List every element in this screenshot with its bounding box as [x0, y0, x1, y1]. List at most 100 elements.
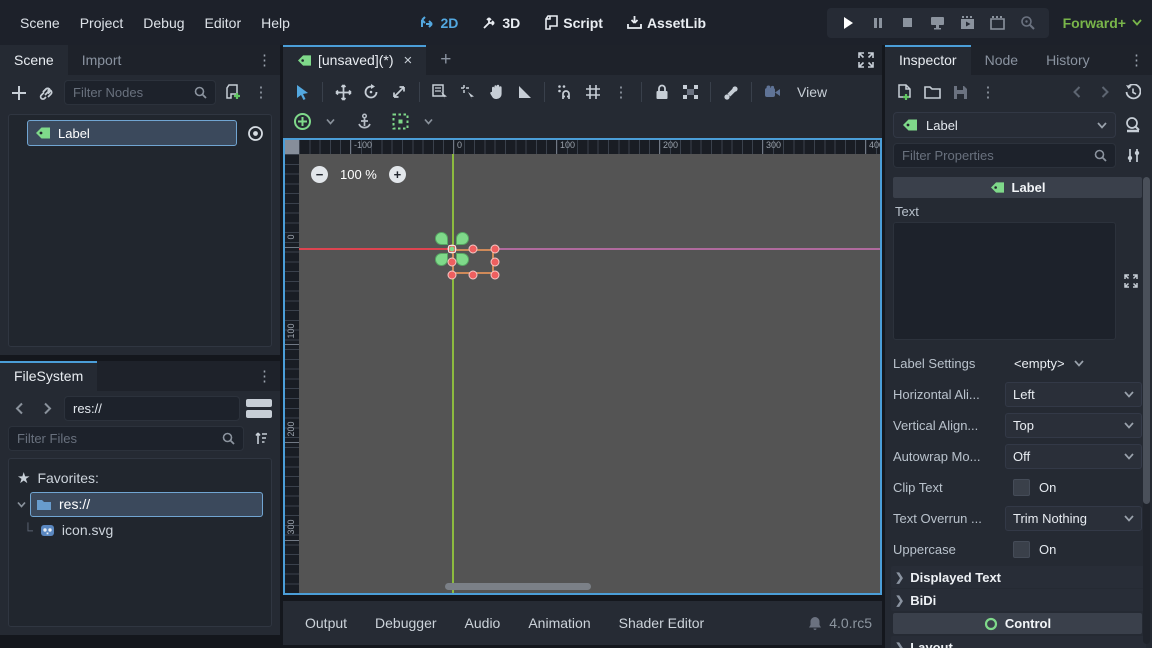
- favorites-row[interactable]: ★ Favorites:: [13, 465, 267, 491]
- notification-bell-icon[interactable]: [808, 616, 822, 631]
- resize-handle[interactable]: [491, 258, 500, 267]
- smart-snap-button[interactable]: [554, 80, 576, 104]
- vertical-ruler[interactable]: 0 100 200 300: [285, 154, 299, 593]
- filter-nodes-input[interactable]: [73, 85, 188, 100]
- resize-handle[interactable]: [448, 258, 457, 267]
- new-scene-tab-button[interactable]: +: [426, 45, 465, 75]
- group-node-button[interactable]: [679, 80, 701, 104]
- res-root-row[interactable]: res://: [13, 491, 267, 517]
- resize-handle[interactable]: [491, 271, 500, 280]
- bottom-tab-shader-editor[interactable]: Shader Editor: [607, 608, 717, 638]
- tree-row[interactable]: Label: [13, 119, 267, 147]
- nav-back-button[interactable]: [8, 397, 30, 421]
- pan-tool-button[interactable]: [485, 80, 507, 104]
- tab-scene-dock[interactable]: Scene: [0, 45, 68, 75]
- bottom-tab-output[interactable]: Output: [293, 608, 359, 638]
- tab-inspector[interactable]: Inspector: [885, 45, 971, 75]
- zoom-level[interactable]: 100 %: [340, 167, 377, 182]
- lock-node-button[interactable]: [651, 80, 673, 104]
- section-bidi[interactable]: ❯BiDi: [891, 589, 1146, 611]
- scene-dock-menu-icon[interactable]: ⋮: [257, 53, 272, 68]
- pause-button[interactable]: [865, 11, 891, 35]
- inspector-scrollbar[interactable]: [1143, 177, 1150, 644]
- scale-tool-button[interactable]: [388, 80, 410, 104]
- play-custom-scene-button[interactable]: [985, 11, 1011, 35]
- uppercase-checkbox[interactable]: [1013, 541, 1030, 558]
- res-root-selected[interactable]: res://: [30, 492, 263, 517]
- text-overrun-dropdown[interactable]: Trim Nothing: [1005, 506, 1142, 531]
- resize-handle[interactable]: [469, 245, 478, 254]
- filter-properties-input[interactable]: [902, 148, 1088, 163]
- tab-import[interactable]: Import: [68, 45, 136, 75]
- history-back-button[interactable]: [1066, 80, 1088, 104]
- tab-assetlib[interactable]: AssetLib: [619, 11, 714, 35]
- anchor-preset-button[interactable]: [291, 109, 313, 133]
- attach-script-button[interactable]: [222, 81, 244, 105]
- expand-textarea-icon[interactable]: [1120, 222, 1142, 340]
- bone-options-button[interactable]: [720, 80, 742, 104]
- scene-tab-unsaved[interactable]: [unsaved](*) ×: [283, 45, 426, 75]
- preview-camera-icon[interactable]: [761, 80, 783, 104]
- section-displayed-text[interactable]: ❯Displayed Text: [891, 566, 1146, 588]
- renderer-selector[interactable]: Forward+: [1063, 15, 1142, 31]
- inspector-dock-menu-icon[interactable]: ⋮: [1129, 53, 1144, 68]
- resize-handle[interactable]: [469, 271, 478, 280]
- zoom-in-button[interactable]: +: [389, 166, 406, 183]
- label-settings-picker[interactable]: <empty>: [1005, 356, 1142, 371]
- clip-text-checkbox[interactable]: [1013, 479, 1030, 496]
- save-resource-button[interactable]: [949, 80, 971, 104]
- close-icon[interactable]: ×: [403, 52, 412, 69]
- zoom-out-button[interactable]: −: [311, 166, 328, 183]
- play-button[interactable]: [835, 11, 861, 35]
- canvas-area[interactable]: − 100 % +: [299, 154, 880, 593]
- move-tool-button[interactable]: [332, 80, 354, 104]
- stop-button[interactable]: [895, 11, 921, 35]
- autowrap-mode-dropdown[interactable]: Off: [1005, 444, 1142, 469]
- menu-help[interactable]: Help: [251, 10, 300, 36]
- nav-forward-button[interactable]: [36, 397, 58, 421]
- collapse-arrow-icon[interactable]: [17, 501, 26, 508]
- snap-options-menu-icon[interactable]: ⋮: [610, 80, 632, 104]
- resize-handle[interactable]: [448, 271, 457, 280]
- tab-node[interactable]: Node: [971, 45, 1032, 75]
- canvas-horizontal-scrollbar[interactable]: [445, 583, 591, 590]
- container-sizing-button[interactable]: [389, 109, 411, 133]
- horizontal-alignment-dropdown[interactable]: Left: [1005, 382, 1142, 407]
- object-history-button[interactable]: [1122, 80, 1144, 104]
- vertical-alignment-dropdown[interactable]: Top: [1005, 413, 1142, 438]
- menu-debug[interactable]: Debug: [133, 10, 194, 36]
- scene-tree-menu-icon[interactable]: ⋮: [250, 81, 272, 105]
- distraction-free-icon[interactable]: [858, 52, 874, 68]
- position-select-tool-button[interactable]: [457, 80, 479, 104]
- path-input[interactable]: [73, 401, 231, 416]
- menu-project[interactable]: Project: [70, 10, 134, 36]
- tab-3d[interactable]: 3D: [474, 11, 528, 35]
- bottom-tab-animation[interactable]: Animation: [516, 608, 602, 638]
- anchor-marker[interactable]: [435, 253, 448, 266]
- menu-scene[interactable]: Scene: [10, 10, 70, 36]
- resize-handle[interactable]: [491, 245, 500, 254]
- play-scene-button[interactable]: [955, 11, 981, 35]
- bottom-tab-audio[interactable]: Audio: [453, 608, 513, 638]
- tab-filesystem[interactable]: FileSystem: [0, 361, 97, 391]
- 2d-viewport[interactable]: -100 0 100 200 300 400 0 100 200 300: [283, 138, 882, 595]
- property-tools-icon[interactable]: [1122, 144, 1144, 168]
- select-tool-button[interactable]: [291, 80, 313, 104]
- tab-2d[interactable]: 2D: [412, 11, 466, 35]
- new-resource-button[interactable]: [893, 80, 915, 104]
- anchor-preset-chevron-icon[interactable]: [319, 109, 341, 133]
- filter-files-input[interactable]: [17, 431, 216, 446]
- tab-script[interactable]: Script: [536, 11, 611, 35]
- ruler-tool-button[interactable]: [513, 80, 535, 104]
- file-row-icon-svg[interactable]: └ icon.svg: [13, 517, 267, 543]
- scene-node-label[interactable]: Label: [27, 120, 237, 146]
- sort-files-icon[interactable]: [250, 427, 272, 451]
- movie-maker-button[interactable]: [1015, 11, 1041, 35]
- edited-object-selector[interactable]: Label: [893, 112, 1116, 138]
- anchor-marker[interactable]: [435, 232, 448, 245]
- menu-editor[interactable]: Editor: [195, 10, 252, 36]
- bottom-tab-debugger[interactable]: Debugger: [363, 608, 449, 638]
- resource-options-menu-icon[interactable]: ⋮: [977, 80, 999, 104]
- list-select-tool-button[interactable]: [429, 80, 451, 104]
- inspector-properties[interactable]: Label Text Label Settings <empty> Horizo…: [885, 173, 1152, 648]
